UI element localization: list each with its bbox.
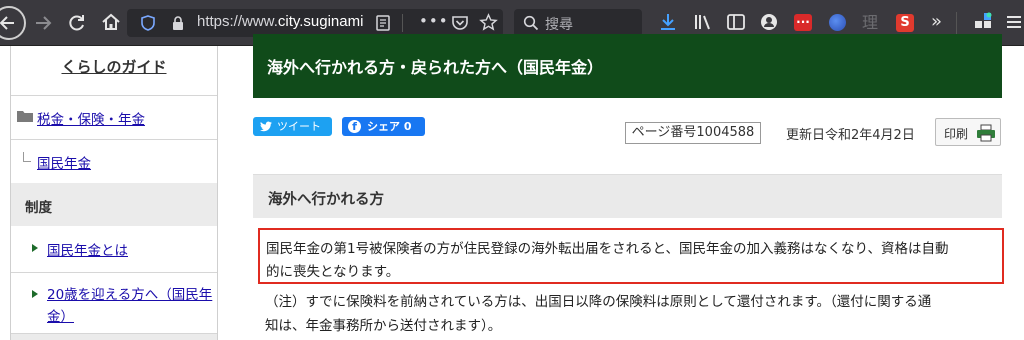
page-header: 海外へ行かれる方・戻られた方へ（国民年金） bbox=[253, 34, 1002, 98]
sidebar-section-heading: 制度 bbox=[11, 183, 217, 226]
toolbar-divider bbox=[956, 12, 957, 34]
reload-icon[interactable] bbox=[67, 13, 87, 33]
section-title: 海外へ行かれる方 bbox=[268, 192, 384, 208]
sidebar-item-label-cont[interactable]: 金） bbox=[47, 305, 74, 325]
page-number: ページ番号1004588 bbox=[625, 122, 761, 144]
facebook-icon: f bbox=[348, 120, 361, 133]
facebook-share-button[interactable]: f シェア 0 bbox=[342, 117, 425, 136]
home-icon[interactable] bbox=[101, 12, 121, 32]
section-heading: 海外へ行かれる方 bbox=[253, 174, 1002, 218]
divider bbox=[11, 95, 217, 96]
share-label: シェア 0 bbox=[367, 120, 412, 133]
sidebar: くらしのガイド 税金・保険・年金 国民年金 制度 国民年金とは 20歳を迎える方… bbox=[10, 46, 218, 340]
more-icon[interactable]: ••• bbox=[419, 12, 449, 30]
extensions-icon[interactable] bbox=[973, 12, 993, 32]
sidebar-item-label[interactable]: 税金・保険・年金 bbox=[37, 108, 145, 128]
forward-icon[interactable] bbox=[33, 13, 53, 33]
menu-icon[interactable] bbox=[1005, 13, 1023, 31]
sidebar-item-20yo[interactable]: 20歳を迎える方へ（国民年 金） bbox=[11, 273, 217, 333]
reader-icon[interactable] bbox=[375, 15, 391, 31]
tweet-label: ツイート bbox=[277, 120, 321, 133]
shield-icon[interactable] bbox=[141, 15, 155, 31]
sidebar-item-label[interactable]: 国民年金とは bbox=[47, 239, 128, 259]
url-bar[interactable]: https://www.city.suginami ••• bbox=[127, 9, 503, 37]
star-icon[interactable] bbox=[479, 13, 498, 32]
extension-char-icon[interactable]: 理 bbox=[862, 13, 878, 33]
sidebar-item-about[interactable]: 国民年金とは bbox=[11, 226, 217, 274]
triangle-icon bbox=[32, 290, 38, 298]
folder-icon bbox=[17, 111, 33, 122]
page-title: 海外へ行かれる方・戻られた方へ（国民年金） bbox=[267, 58, 604, 77]
paragraph-line: 的に喪失となります。 bbox=[266, 264, 400, 280]
triangle-icon bbox=[32, 244, 38, 252]
paragraph-line: 知は、年金事務所から送付されます）。 bbox=[265, 318, 502, 334]
extension-globe-icon[interactable] bbox=[829, 14, 846, 31]
extension-s-icon[interactable]: S bbox=[896, 14, 914, 32]
twitter-bird-icon bbox=[260, 121, 272, 132]
highlighted-paragraph: 国民年金の第1号被保険者の方が住民登録の海外転出届をされると、国民年金の加入義務… bbox=[258, 228, 1004, 284]
search-icon bbox=[523, 15, 539, 31]
tweet-button[interactable]: ツイート bbox=[253, 117, 332, 136]
download-icon[interactable] bbox=[659, 12, 677, 32]
overflow-icon[interactable]: » bbox=[931, 12, 942, 32]
url-text: https://www.city.suginami bbox=[197, 13, 364, 30]
print-label: 印刷 bbox=[944, 127, 969, 141]
sidebar-item-label[interactable]: 20歳を迎える方へ（国民年 bbox=[47, 283, 212, 303]
sidebar-item-label[interactable]: 国民年金 bbox=[37, 152, 91, 172]
note-paragraph: （注）すでに保険料を前納されている方は、出国日以降の保険料は原則として還付されま… bbox=[265, 290, 1005, 338]
paragraph-line: 国民年金の第1号被保険者の方が住民登録の海外転出届をされると、国民年金の加入義務… bbox=[266, 241, 949, 257]
back-icon[interactable] bbox=[0, 6, 26, 40]
sidebar-item-pension[interactable]: 国民年金 bbox=[11, 150, 217, 174]
divider bbox=[11, 139, 217, 140]
sidebar-title[interactable]: くらしのガイド bbox=[11, 46, 217, 96]
sidebar-item-tax[interactable]: 税金・保険・年金 bbox=[11, 106, 217, 130]
library-icon[interactable] bbox=[693, 13, 713, 31]
extension-red-icon[interactable]: ··· bbox=[794, 14, 812, 31]
sidebar-footer-band bbox=[11, 334, 217, 340]
updated-date: 更新日令和2年4月2日 bbox=[786, 128, 915, 143]
search-bar[interactable]: 搜尋 bbox=[514, 9, 642, 37]
print-button[interactable]: 印刷 bbox=[935, 118, 1001, 146]
paragraph-line: （注）すでに保険料を前納されている方は、出国日以降の保険料は原則として還付されま… bbox=[265, 294, 932, 310]
printer-icon bbox=[977, 124, 995, 142]
pocket-icon[interactable] bbox=[451, 14, 469, 32]
search-placeholder: 搜尋 bbox=[545, 17, 573, 33]
lock-icon[interactable] bbox=[171, 15, 185, 31]
sidebar-heading-label: 制度 bbox=[25, 200, 52, 216]
sidebar-icon[interactable] bbox=[726, 13, 746, 31]
account-icon[interactable] bbox=[760, 13, 778, 31]
tree-branch-icon bbox=[23, 152, 31, 162]
url-divider bbox=[402, 14, 403, 32]
